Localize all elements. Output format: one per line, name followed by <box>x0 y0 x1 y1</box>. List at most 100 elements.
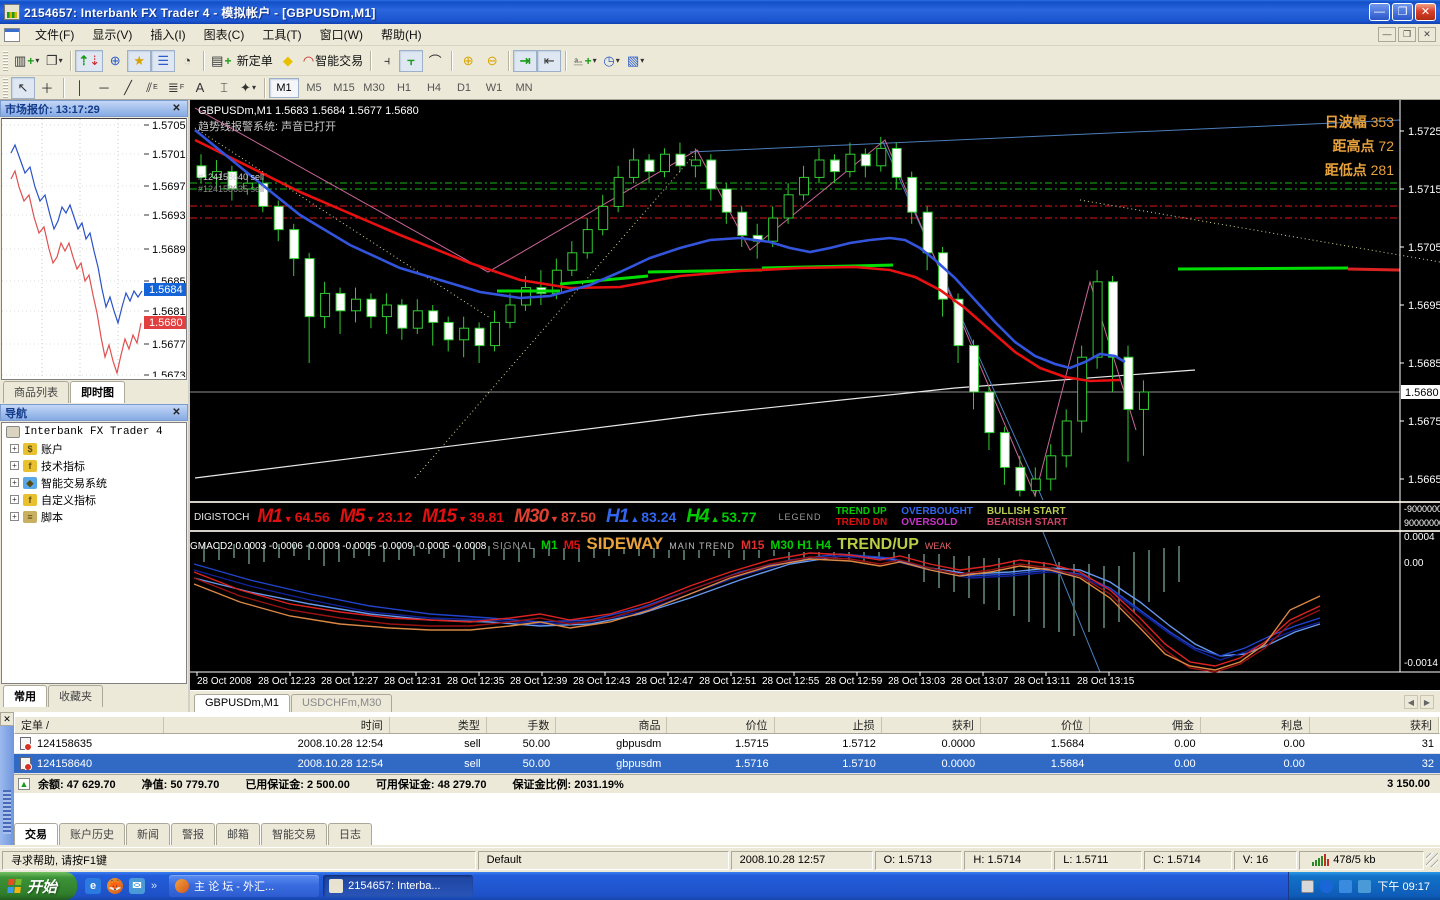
candlestick-button[interactable]: ⫟ <box>399 49 424 72</box>
crosshair-tool[interactable]: ＋ <box>35 77 59 99</box>
period-button-m5[interactable]: M5 <box>299 78 329 98</box>
profiles-button[interactable]: ❐ ▾ <box>42 50 66 72</box>
column-header-10[interactable]: 利息 <box>1201 717 1311 733</box>
column-header-4[interactable]: 商品 <box>556 717 668 733</box>
column-header-8[interactable]: 价位 <box>981 717 1090 733</box>
tree-item-1[interactable]: + f 技术指标 <box>2 457 186 474</box>
data-window-button[interactable]: ⊕ <box>103 50 127 72</box>
cursor-tool[interactable]: ↖ <box>11 76 35 99</box>
tree-item-3[interactable]: + f 自定义指标 <box>2 491 186 508</box>
terminal-tab-1[interactable]: 账户历史 <box>59 823 125 845</box>
auto-scroll-button[interactable]: ⇥ <box>513 49 538 72</box>
period-button-w1[interactable]: W1 <box>479 78 509 98</box>
periods-button[interactable]: ◷ ▾ <box>600 50 624 72</box>
period-button-h4[interactable]: H4 <box>419 78 449 98</box>
restore-button[interactable]: ❐ <box>1392 3 1413 21</box>
period-button-m1[interactable]: M1 <box>269 77 299 98</box>
tree-item-0[interactable]: + $ 账户 <box>2 440 186 457</box>
keyboard-tray-icon[interactable] <box>1301 879 1315 893</box>
templates-button[interactable]: ▧ ▾ <box>624 50 648 72</box>
indicators-button[interactable]: ⎁ + ▾ <box>570 50 599 72</box>
terminal-tab-4[interactable]: 邮箱 <box>216 823 260 845</box>
language-tray-icon[interactable] <box>1320 879 1334 893</box>
period-button-mn[interactable]: MN <box>509 78 539 98</box>
column-header-2[interactable]: 类型 <box>390 717 487 733</box>
tree-item-2[interactable]: + ◆ 智能交易系统 <box>2 474 186 491</box>
menu-2[interactable]: 插入(I) <box>141 23 194 46</box>
start-button[interactable]: 开始 <box>0 872 78 900</box>
column-header-9[interactable]: 佣金 <box>1090 717 1202 733</box>
tree-root[interactable]: Interbank FX Trader 4 <box>2 423 186 440</box>
period-button-h1[interactable]: H1 <box>389 78 419 98</box>
strategy-tester-button[interactable]: ◔ <box>175 50 199 72</box>
expand-icon[interactable]: + <box>10 495 19 504</box>
order-row-0[interactable]: 124158635 2008.10.28 12:54 sell 50.00 gbpusd… <box>14 734 1440 754</box>
taskbar-button-forum[interactable]: 主 论 坛 - 外汇... <box>169 875 320 897</box>
expert-advisors-button[interactable]: ◠ 智能交易 <box>300 50 366 72</box>
mdi-close-button[interactable]: ✕ <box>1418 27 1436 42</box>
terminal-close-icon[interactable]: ✕ <box>0 712 14 726</box>
toolbar-grip[interactable] <box>3 50 8 71</box>
mdi-minimize-button[interactable]: — <box>1378 27 1396 42</box>
firefox-icon[interactable]: 🦊 <box>107 878 124 894</box>
horizontal-line-tool[interactable]: ─ <box>92 77 116 99</box>
terminal-tab-0[interactable]: 交易 <box>14 823 58 845</box>
period-button-m30[interactable]: M30 <box>359 78 389 98</box>
text-label-tool[interactable]: ⌶ <box>212 77 236 99</box>
minimize-button[interactable]: — <box>1369 3 1390 21</box>
column-header-1[interactable]: 时间 <box>164 717 390 733</box>
menu-6[interactable]: 帮助(H) <box>372 23 431 46</box>
taskbar-button-mt4[interactable]: 2154657: Interba... <box>323 875 474 897</box>
expand-icon[interactable]: + <box>10 461 19 470</box>
period-button-m15[interactable]: M15 <box>329 78 359 98</box>
column-header-3[interactable]: 手数 <box>487 717 557 733</box>
navigator-close-icon[interactable]: ✕ <box>170 407 183 418</box>
quick-launch-icon[interactable]: ✉ <box>129 878 146 894</box>
navigator-toggle[interactable]: ★ <box>127 49 152 72</box>
menu-5[interactable]: 窗口(W) <box>311 23 372 46</box>
expand-icon[interactable]: + <box>10 444 19 453</box>
terminal-tab-3[interactable]: 警报 <box>171 823 215 845</box>
market-watch-tab-1[interactable]: 即时图 <box>70 381 125 403</box>
market-watch-close-icon[interactable]: ✕ <box>170 103 183 114</box>
column-header-0[interactable]: 定单 / <box>15 717 164 733</box>
chart-tab-0[interactable]: GBPUSDm,M1 <box>194 694 290 712</box>
channel-tool[interactable]: ⫽ E <box>140 77 164 99</box>
chart-shift-button[interactable]: ⇤ <box>537 49 562 72</box>
terminal-drag-strip[interactable]: ✕ <box>0 712 14 845</box>
bar-chart-button[interactable]: ⫞ <box>375 50 399 72</box>
toolbar-grip2[interactable] <box>3 77 8 98</box>
tab-scroll-right-icon[interactable]: ▶ <box>1420 694 1434 709</box>
trendline-tool[interactable]: ╱ <box>116 77 140 99</box>
resize-grip[interactable] <box>1425 853 1438 867</box>
new-order-button[interactable]: ▤ + 新定单 <box>208 50 276 72</box>
main-chart[interactable]: 1.5725 1.5715 1.5705 1.5695 1.5685 1.5675 1.56… <box>190 100 1440 690</box>
mdi-restore-button[interactable]: ❐ <box>1398 27 1416 42</box>
line-chart-button[interactable]: ⌒ <box>423 50 447 72</box>
chart-tab-1[interactable]: USDCHFm,M30 <box>290 694 393 712</box>
market-watch-tab-0[interactable]: 商品列表 <box>3 381 69 403</box>
quick-launch-overflow-icon[interactable]: » <box>151 880 157 892</box>
column-header-11[interactable]: 获利 <box>1310 717 1440 733</box>
fibonacci-tool[interactable]: ≣ F <box>164 77 188 99</box>
arrows-tool[interactable]: ✦ ▾ <box>236 77 260 99</box>
terminal-tab-2[interactable]: 新闻 <box>126 823 170 845</box>
vertical-line-tool[interactable]: │ <box>68 77 92 99</box>
terminal-tab-5[interactable]: 智能交易 <box>261 823 327 845</box>
ie-icon[interactable]: e <box>85 878 102 894</box>
status-profile[interactable]: Default <box>477 850 729 870</box>
zoom-in-button[interactable]: ⊕ <box>456 50 480 72</box>
expand-icon[interactable]: + <box>10 478 19 487</box>
text-tool[interactable]: A <box>188 77 212 99</box>
column-header-6[interactable]: 止损 <box>775 717 882 733</box>
column-header-7[interactable]: 获利 <box>882 717 981 733</box>
menu-1[interactable]: 显示(V) <box>83 23 141 46</box>
navigator-tab-0[interactable]: 常用 <box>3 685 47 707</box>
expert-enable-button[interactable]: ◆ <box>276 50 300 72</box>
close-button[interactable]: ✕ <box>1415 3 1436 21</box>
tab-scroll-left-icon[interactable]: ◀ <box>1404 694 1418 709</box>
volume-tray-icon[interactable] <box>1358 879 1372 893</box>
navigator-tab-1[interactable]: 收藏夹 <box>48 685 103 707</box>
market-watch-toggle[interactable]: ⇡⇣ <box>75 49 104 72</box>
period-button-d1[interactable]: D1 <box>449 78 479 98</box>
